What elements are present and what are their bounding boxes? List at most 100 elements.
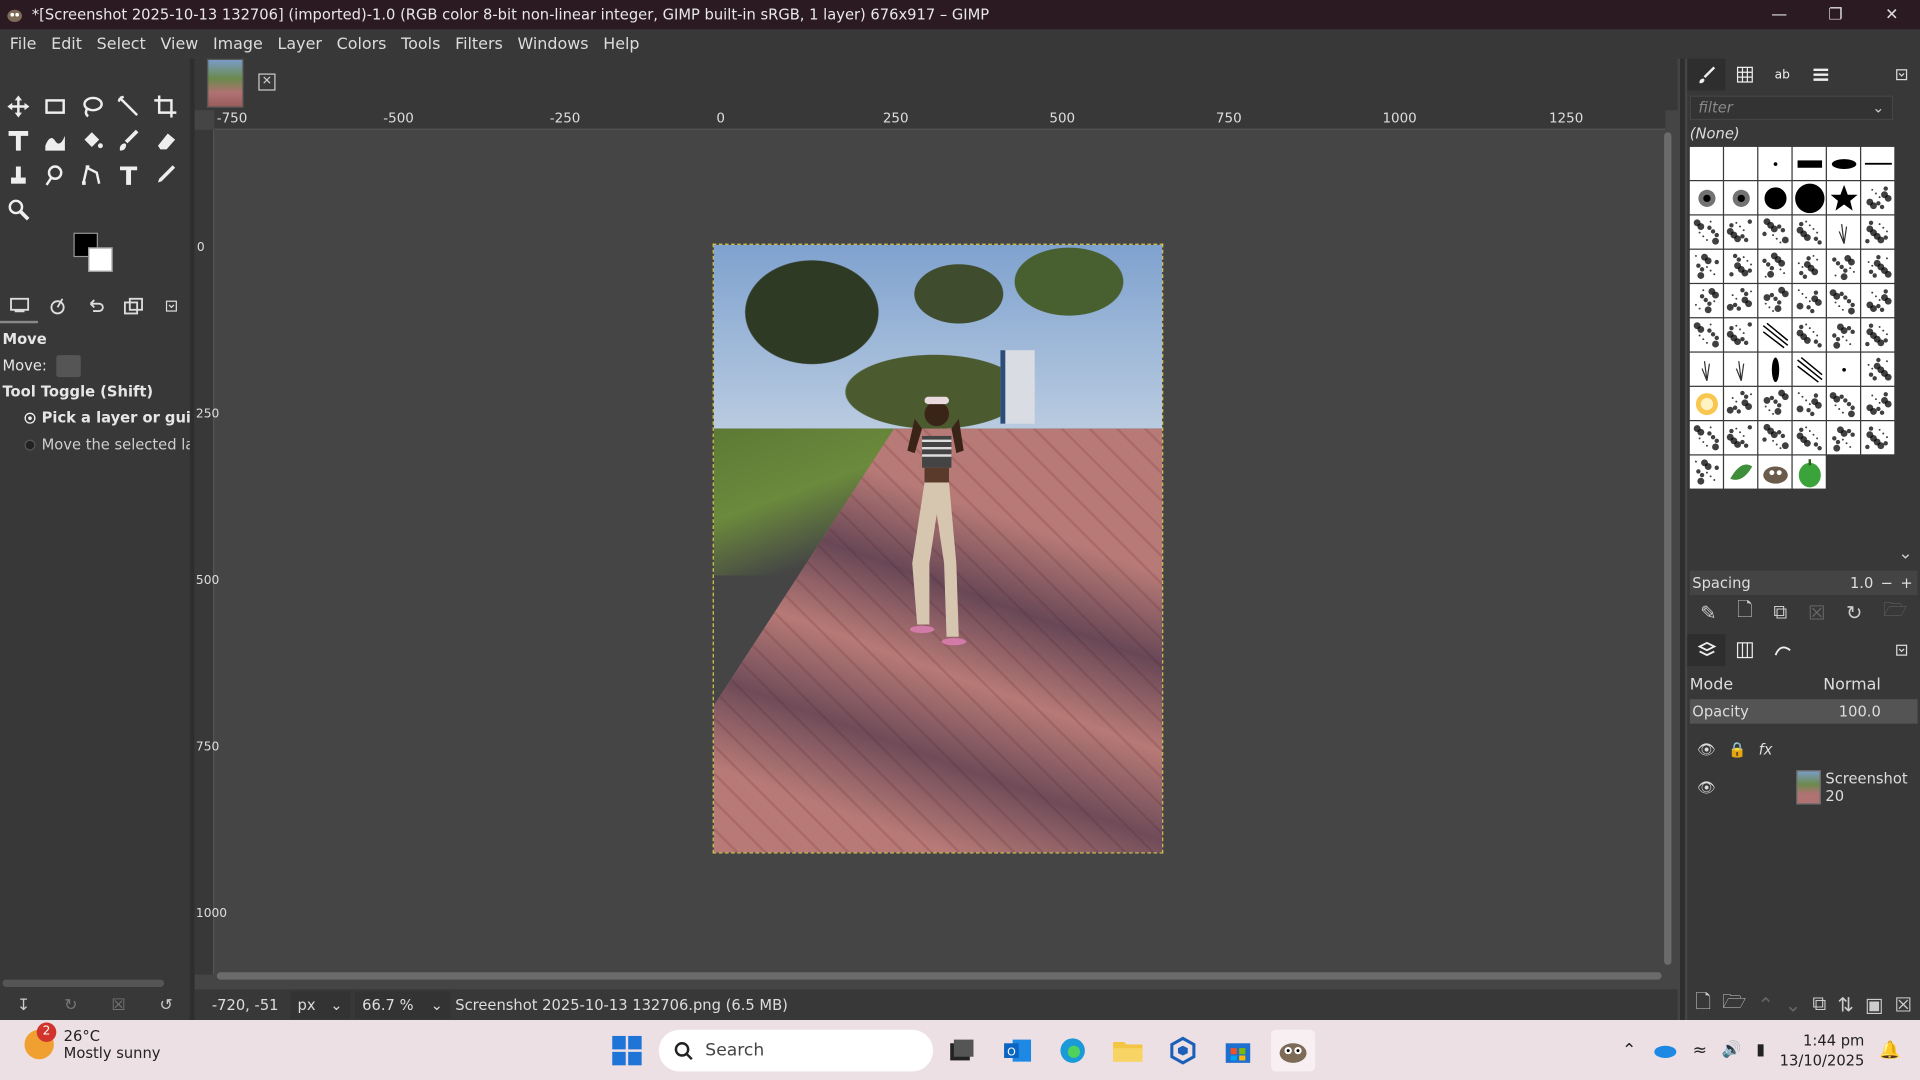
horizontal-ruler[interactable]: -750 -500 -250 0 250 500 750 1000 1250	[214, 110, 1666, 130]
brush-preset[interactable]	[1826, 386, 1861, 421]
menu-windows[interactable]: Windows	[510, 35, 596, 53]
battery-icon[interactable]: ▮	[1756, 1041, 1765, 1059]
menu-layer[interactable]: Layer	[270, 35, 329, 53]
brush-preset[interactable]	[1861, 215, 1895, 249]
brush-preset[interactable]	[1689, 146, 1723, 181]
text-tool-icon[interactable]	[113, 159, 145, 191]
vertical-scrollbar[interactable]	[1664, 132, 1672, 965]
store-icon[interactable]	[1216, 1030, 1260, 1072]
lock-icon[interactable]: 🔒	[1728, 741, 1746, 758]
channels-tab-icon[interactable]	[1725, 634, 1763, 666]
outlook-icon[interactable]: O	[996, 1030, 1040, 1072]
configure-dock-icon[interactable]	[1882, 59, 1920, 91]
plus-icon[interactable]: +	[1900, 574, 1912, 591]
new-brush-icon[interactable]: 🗋	[1737, 596, 1753, 629]
brush-preset[interactable]	[1758, 455, 1792, 489]
restore-button[interactable]: ❐	[1807, 0, 1863, 29]
restore-options-icon[interactable]: ↻	[64, 996, 77, 1014]
layer-row[interactable]: 👁 Screenshot 20	[1690, 769, 1918, 806]
brush-preset[interactable]	[1826, 318, 1861, 352]
zoom-tool-icon[interactable]	[2, 193, 34, 225]
onedrive-icon[interactable]	[1651, 1041, 1678, 1058]
configure-layers-dock-icon[interactable]	[1882, 634, 1920, 666]
brush-preset[interactable]	[1724, 249, 1758, 283]
brush-preset[interactable]	[1689, 215, 1723, 249]
brush-preset[interactable]	[1724, 421, 1758, 455]
new-layer-icon[interactable]: 🗋	[1695, 988, 1711, 1021]
menu-filters[interactable]: Filters	[448, 35, 510, 53]
delete-options-icon[interactable]: ☒	[111, 996, 125, 1014]
brush-preset[interactable]	[1792, 181, 1826, 215]
delete-layer-icon[interactable]: ☒	[1894, 992, 1912, 1015]
notifications-icon[interactable]: 🔔	[1879, 1040, 1900, 1060]
raise-layer-icon[interactable]: ⌃	[1757, 992, 1773, 1015]
edge-icon[interactable]	[1051, 1030, 1095, 1072]
menu-colors[interactable]: Colors	[329, 35, 394, 53]
brush-preset[interactable]	[1792, 352, 1826, 386]
minimize-button[interactable]: —	[1751, 0, 1807, 29]
undo-history-tab-icon[interactable]	[76, 289, 114, 323]
brush-preset[interactable]	[1724, 284, 1758, 318]
brush-preset[interactable]	[1826, 215, 1861, 249]
delete-brush-icon[interactable]: ☒	[1808, 601, 1826, 624]
brush-preset[interactable]	[1689, 455, 1723, 489]
brush-preset[interactable]	[1689, 421, 1723, 455]
layer-mode-select[interactable]: Mode Normal	[1690, 671, 1918, 698]
paintbrush-icon[interactable]	[113, 125, 145, 157]
weather-widget[interactable]: 2 26°C Mostly sunny	[24, 1022, 161, 1062]
close-image-icon[interactable]: ✕	[258, 73, 276, 91]
brush-preset[interactable]	[1758, 215, 1792, 249]
brush-preset[interactable]	[1861, 352, 1895, 386]
brush-preset[interactable]	[1861, 249, 1895, 283]
brush-preset[interactable]	[1758, 181, 1792, 215]
brush-preset[interactable]	[1689, 318, 1723, 352]
lower-layer-icon[interactable]: ⌄	[1785, 992, 1801, 1015]
brush-preset[interactable]	[1758, 386, 1792, 421]
brush-preset[interactable]	[1792, 455, 1826, 489]
brush-preset[interactable]	[1792, 386, 1826, 421]
fg-bg-colors[interactable]	[71, 230, 120, 279]
duplicate-layer-icon[interactable]: ⧉	[1812, 992, 1826, 1016]
brush-preset[interactable]	[1758, 284, 1792, 318]
move-tool-icon[interactable]	[2, 91, 34, 123]
volume-icon[interactable]: 🔊	[1722, 1041, 1742, 1059]
brushes-tab-icon[interactable]	[1687, 58, 1726, 91]
fuzzy-select-icon[interactable]	[113, 91, 145, 123]
horizontal-scrollbar[interactable]	[216, 972, 1662, 980]
document-history-tab-icon[interactable]	[1801, 59, 1839, 91]
open-brush-icon[interactable]: 🗁	[1883, 596, 1907, 629]
brush-preset[interactable]	[1826, 284, 1861, 318]
brush-preset[interactable]	[1792, 249, 1826, 283]
eye-icon[interactable]: 👁	[1697, 779, 1716, 796]
wifi-icon[interactable]: ≈	[1693, 1040, 1707, 1060]
brush-preset[interactable]	[1689, 386, 1723, 421]
chevron-up-icon[interactable]: ⌃	[1622, 1040, 1636, 1060]
lasso-icon[interactable]	[76, 91, 108, 123]
minus-icon[interactable]: −	[1881, 574, 1893, 591]
menu-tools[interactable]: Tools	[394, 35, 448, 53]
menu-help[interactable]: Help	[596, 35, 647, 53]
brush-preset[interactable]	[1724, 352, 1758, 386]
menu-file[interactable]: File	[2, 35, 43, 53]
unit-select[interactable]: px ⌄	[290, 991, 350, 1019]
menu-view[interactable]: View	[153, 35, 205, 53]
radio-pick-layer[interactable]: Pick a layer or guide	[24, 409, 211, 426]
move-selection-button[interactable]	[90, 355, 114, 377]
chevron-down-icon[interactable]: ⌄	[1898, 544, 1912, 564]
layer-name[interactable]: Screenshot 20	[1825, 770, 1917, 804]
eraser-icon[interactable]	[149, 125, 181, 157]
brush-preset[interactable]	[1689, 352, 1723, 386]
taskbar-search[interactable]: Search	[658, 1029, 934, 1072]
fonts-tab-icon[interactable]: ab	[1763, 59, 1801, 91]
warp-icon[interactable]	[39, 125, 71, 157]
task-view-icon[interactable]	[939, 1030, 983, 1072]
patterns-tab-icon[interactable]	[1725, 59, 1763, 91]
radio-move-selected[interactable]: Move the selected lay	[24, 436, 203, 453]
image-canvas[interactable]	[712, 243, 1164, 854]
brush-preset[interactable]	[1826, 352, 1861, 386]
new-group-icon[interactable]: 🗁	[1722, 988, 1746, 1021]
brush-preset[interactable]	[1758, 318, 1792, 352]
color-picker-icon[interactable]	[149, 159, 181, 191]
right-dock-separator[interactable]	[1680, 58, 1685, 1021]
device-status-tab-icon[interactable]	[38, 289, 76, 323]
